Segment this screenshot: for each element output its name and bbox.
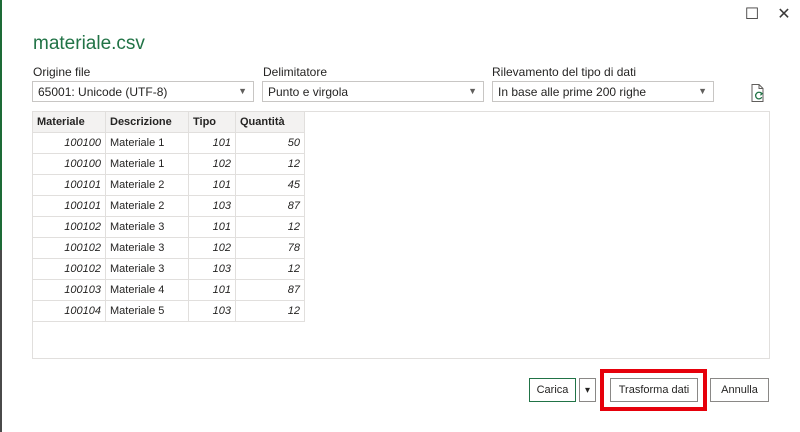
table-cell: 87 [235,195,305,217]
table-cell: Materiale 4 [105,279,189,301]
table-cell: 45 [235,174,305,196]
table-cell: 102 [188,153,236,175]
table-cell: 103 [188,300,236,322]
table-cell: 87 [235,279,305,301]
table-cell: Materiale 2 [105,174,189,196]
table-cell: Materiale 3 [105,237,189,259]
dialog-title: materiale.csv [33,33,145,54]
table-cell: Materiale 1 [105,153,189,175]
table-row: 100100 Materiale 1 102 12 [33,153,305,175]
table-row: 100102 Materiale 3 101 12 [33,216,305,238]
table-cell: 12 [235,153,305,175]
table-cell: Materiale 3 [105,258,189,280]
maximize-button[interactable]: ☐ [741,4,763,24]
table-row: 100100 Materiale 1 101 50 [33,132,305,154]
table-cell: 12 [235,300,305,322]
table-cell: 100101 [33,174,106,196]
delimiter-label: Delimitatore [263,65,328,79]
table-cell: Materiale 3 [105,216,189,238]
column-header: Descrizione [105,112,189,133]
table-cell: 100103 [33,279,106,301]
table-cell: 103 [188,258,236,280]
file-origin-label: Origine file [33,65,91,79]
delimiter-select[interactable]: Punto e virgola ▼ [262,81,484,102]
close-button[interactable]: ✕ [773,4,795,24]
table-row: 100101 Materiale 2 101 45 [33,174,305,196]
table-cell: 100102 [33,237,106,259]
table-cell: 50 [235,132,305,154]
table-cell: 103 [188,195,236,217]
table-cell: 100100 [33,153,106,175]
table-cell: Materiale 5 [105,300,189,322]
chevron-down-icon: ▼ [698,86,707,96]
chevron-down-icon: ▼ [468,86,477,96]
load-button[interactable]: Carica [529,378,576,402]
table-cell: 12 [235,216,305,238]
table-header-row: Materiale Descrizione Tipo Quantità [33,112,305,133]
column-header: Materiale [33,112,106,133]
delimiter-value: Punto e virgola [268,85,349,99]
table-cell: 12 [235,258,305,280]
table-row: 100102 Materiale 3 102 78 [33,237,305,259]
file-origin-select[interactable]: 65001: Unicode (UTF-8) ▼ [32,81,254,102]
refresh-button[interactable] [749,83,767,103]
data-preview: Materiale Descrizione Tipo Quantità 1001… [32,111,770,359]
table-row: 100104 Materiale 5 103 12 [33,300,305,322]
table-cell: 101 [188,279,236,301]
type-detection-value: In base alle prime 200 righe [498,85,647,99]
type-detection-label: Rilevamento del tipo di dati [492,65,637,79]
table-cell: 100100 [33,132,106,154]
table-cell: 101 [188,174,236,196]
table-cell: Materiale 1 [105,132,189,154]
table-cell: 100102 [33,216,106,238]
column-header: Tipo [188,112,236,133]
window-edge-dark [0,250,2,432]
load-options-button[interactable]: ▾ [579,378,596,402]
table-cell: 101 [188,216,236,238]
chevron-down-icon: ▾ [584,384,591,396]
table-row: 100102 Materiale 3 103 12 [33,258,305,280]
type-detection-select[interactable]: In base alle prime 200 righe ▼ [492,81,714,102]
table-row: 100103 Materiale 4 101 87 [33,279,305,301]
preview-table: Materiale Descrizione Tipo Quantità 1001… [33,112,305,322]
column-header: Quantità [235,112,305,133]
table-cell: Materiale 2 [105,195,189,217]
table-cell: 100104 [33,300,106,322]
cancel-button-label: Annulla [721,384,758,396]
highlight-box [600,369,707,411]
table-cell: 78 [235,237,305,259]
load-button-label: Carica [536,384,569,396]
table-cell: 102 [188,237,236,259]
cancel-button[interactable]: Annulla [710,378,769,402]
refresh-icon [751,84,764,102]
table-row: 100101 Materiale 2 103 87 [33,195,305,217]
close-icon: ✕ [777,6,791,23]
table-cell: 100101 [33,195,106,217]
table-cell: 100102 [33,258,106,280]
chevron-down-icon: ▼ [238,86,247,96]
maximize-icon: ☐ [744,6,760,23]
file-origin-value: 65001: Unicode (UTF-8) [38,85,168,99]
table-cell: 101 [188,132,236,154]
